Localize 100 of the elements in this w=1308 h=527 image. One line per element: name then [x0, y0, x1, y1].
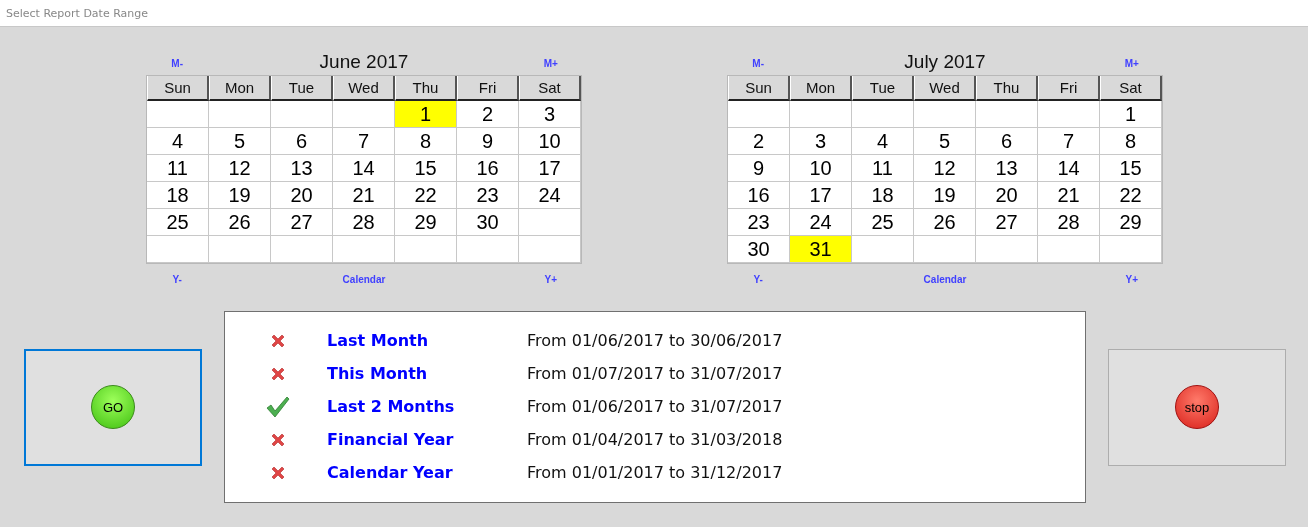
range-option-link[interactable]: Last Month — [298, 331, 527, 350]
day-cell[interactable]: 4 — [852, 128, 914, 155]
weekday-header: Thu — [395, 76, 457, 101]
day-cell[interactable]: 17 — [790, 182, 852, 209]
weekday-header: Fri — [457, 76, 519, 101]
day-cell[interactable]: 5 — [209, 128, 271, 155]
day-cell[interactable]: 28 — [333, 209, 395, 236]
weekday-header: Tue — [271, 76, 333, 101]
day-cell[interactable]: 3 — [790, 128, 852, 155]
day-cell[interactable]: 25 — [852, 209, 914, 236]
day-cell[interactable]: 21 — [1038, 182, 1100, 209]
day-cell[interactable]: 13 — [976, 155, 1038, 182]
day-cell[interactable]: 19 — [914, 182, 976, 209]
date-range-text: From 01/04/2017 to 31/03/2018 — [527, 430, 784, 449]
day-cell[interactable]: 10 — [790, 155, 852, 182]
empty-day-cell — [209, 236, 271, 263]
day-cell[interactable]: 15 — [1100, 155, 1162, 182]
previous-month-link[interactable]: M- — [171, 58, 183, 69]
day-cell[interactable]: 4 — [147, 128, 209, 155]
day-cell[interactable]: 12 — [209, 155, 271, 182]
weekday-header: Thu — [976, 76, 1038, 101]
day-cell[interactable]: 1 — [395, 101, 457, 128]
day-cell[interactable]: 18 — [852, 182, 914, 209]
day-cell[interactable]: 5 — [914, 128, 976, 155]
next-month-link[interactable]: M+ — [543, 58, 558, 69]
day-cell[interactable]: 23 — [457, 182, 519, 209]
day-cell[interactable]: 16 — [457, 155, 519, 182]
day-cell[interactable]: 16 — [728, 182, 790, 209]
calendar-link[interactable]: Calendar — [342, 273, 386, 285]
day-cell[interactable]: 18 — [147, 182, 209, 209]
day-cell[interactable]: 10 — [519, 128, 581, 155]
empty-day-cell — [147, 236, 209, 263]
stop-button[interactable]: stop — [1108, 348, 1286, 466]
previous-year-link[interactable]: Y- — [172, 273, 182, 285]
day-cell[interactable]: 7 — [1038, 128, 1100, 155]
next-year-link[interactable]: Y+ — [1125, 273, 1139, 285]
day-cell[interactable]: 1 — [1100, 101, 1162, 128]
weekday-header: Mon — [209, 76, 271, 101]
next-month-link[interactable]: M+ — [1124, 58, 1139, 69]
day-cell[interactable]: 30 — [457, 209, 519, 236]
weekday-header: Fri — [1038, 76, 1100, 101]
weekday-header: Tue — [852, 76, 914, 101]
day-cell[interactable]: 27 — [271, 209, 333, 236]
day-cell[interactable]: 8 — [395, 128, 457, 155]
empty-day-cell — [976, 236, 1038, 263]
go-button[interactable]: GO — [24, 348, 202, 466]
day-cell[interactable]: 14 — [333, 155, 395, 182]
date-range-text: From 01/06/2017 to 31/07/2017 — [527, 397, 784, 416]
date-range-text: From 01/06/2017 to 30/06/2017 — [527, 331, 784, 350]
day-cell[interactable]: 13 — [271, 155, 333, 182]
day-cell[interactable]: 11 — [852, 155, 914, 182]
day-cell[interactable]: 31 — [790, 236, 852, 263]
day-cell[interactable]: 9 — [457, 128, 519, 155]
weekday-header: Sun — [147, 76, 209, 101]
day-cell[interactable]: 9 — [728, 155, 790, 182]
day-cell[interactable]: 29 — [1100, 209, 1162, 236]
next-year-link[interactable]: Y+ — [544, 273, 558, 285]
day-cell[interactable]: 17 — [519, 155, 581, 182]
day-cell[interactable]: 21 — [333, 182, 395, 209]
empty-day-cell — [1100, 236, 1162, 263]
day-cell[interactable]: 11 — [147, 155, 209, 182]
range-option-link[interactable]: Calendar Year — [298, 463, 527, 482]
day-cell[interactable]: 14 — [1038, 155, 1100, 182]
day-cell[interactable]: 28 — [1038, 209, 1100, 236]
day-cell[interactable]: 25 — [147, 209, 209, 236]
day-cell[interactable]: 19 — [209, 182, 271, 209]
day-cell[interactable]: 8 — [1100, 128, 1162, 155]
day-cell[interactable]: 6 — [976, 128, 1038, 155]
day-cell[interactable]: 15 — [395, 155, 457, 182]
day-cell[interactable]: 27 — [976, 209, 1038, 236]
weekday-header: Mon — [790, 76, 852, 101]
day-cell[interactable]: 29 — [395, 209, 457, 236]
weekday-header: Sat — [519, 76, 581, 101]
empty-day-cell — [271, 236, 333, 263]
empty-day-cell — [457, 236, 519, 263]
date-range-text: From 01/01/2017 to 31/12/2017 — [527, 463, 784, 482]
range-option-link[interactable]: This Month — [298, 364, 527, 383]
day-cell[interactable]: 6 — [271, 128, 333, 155]
day-cell[interactable]: 12 — [914, 155, 976, 182]
day-cell[interactable]: 2 — [728, 128, 790, 155]
calendar-link[interactable]: Calendar — [923, 273, 967, 285]
day-cell[interactable]: 30 — [728, 236, 790, 263]
day-cell[interactable]: 23 — [728, 209, 790, 236]
day-cell[interactable]: 24 — [519, 182, 581, 209]
day-cell[interactable]: 2 — [457, 101, 519, 128]
day-cell[interactable]: 26 — [914, 209, 976, 236]
day-cell[interactable]: 24 — [790, 209, 852, 236]
previous-year-link[interactable]: Y- — [753, 273, 763, 285]
range-option-link[interactable]: Last 2 Months — [298, 397, 527, 416]
day-cell[interactable]: 7 — [333, 128, 395, 155]
previous-month-link[interactable]: M- — [752, 58, 764, 69]
day-cell[interactable]: 26 — [209, 209, 271, 236]
empty-day-cell — [519, 236, 581, 263]
day-cell[interactable]: 3 — [519, 101, 581, 128]
range-option-link[interactable]: Financial Year — [298, 430, 527, 449]
day-cell[interactable]: 20 — [976, 182, 1038, 209]
day-cell[interactable]: 20 — [271, 182, 333, 209]
weekday-header: Wed — [914, 76, 976, 101]
day-cell[interactable]: 22 — [1100, 182, 1162, 209]
day-cell[interactable]: 22 — [395, 182, 457, 209]
